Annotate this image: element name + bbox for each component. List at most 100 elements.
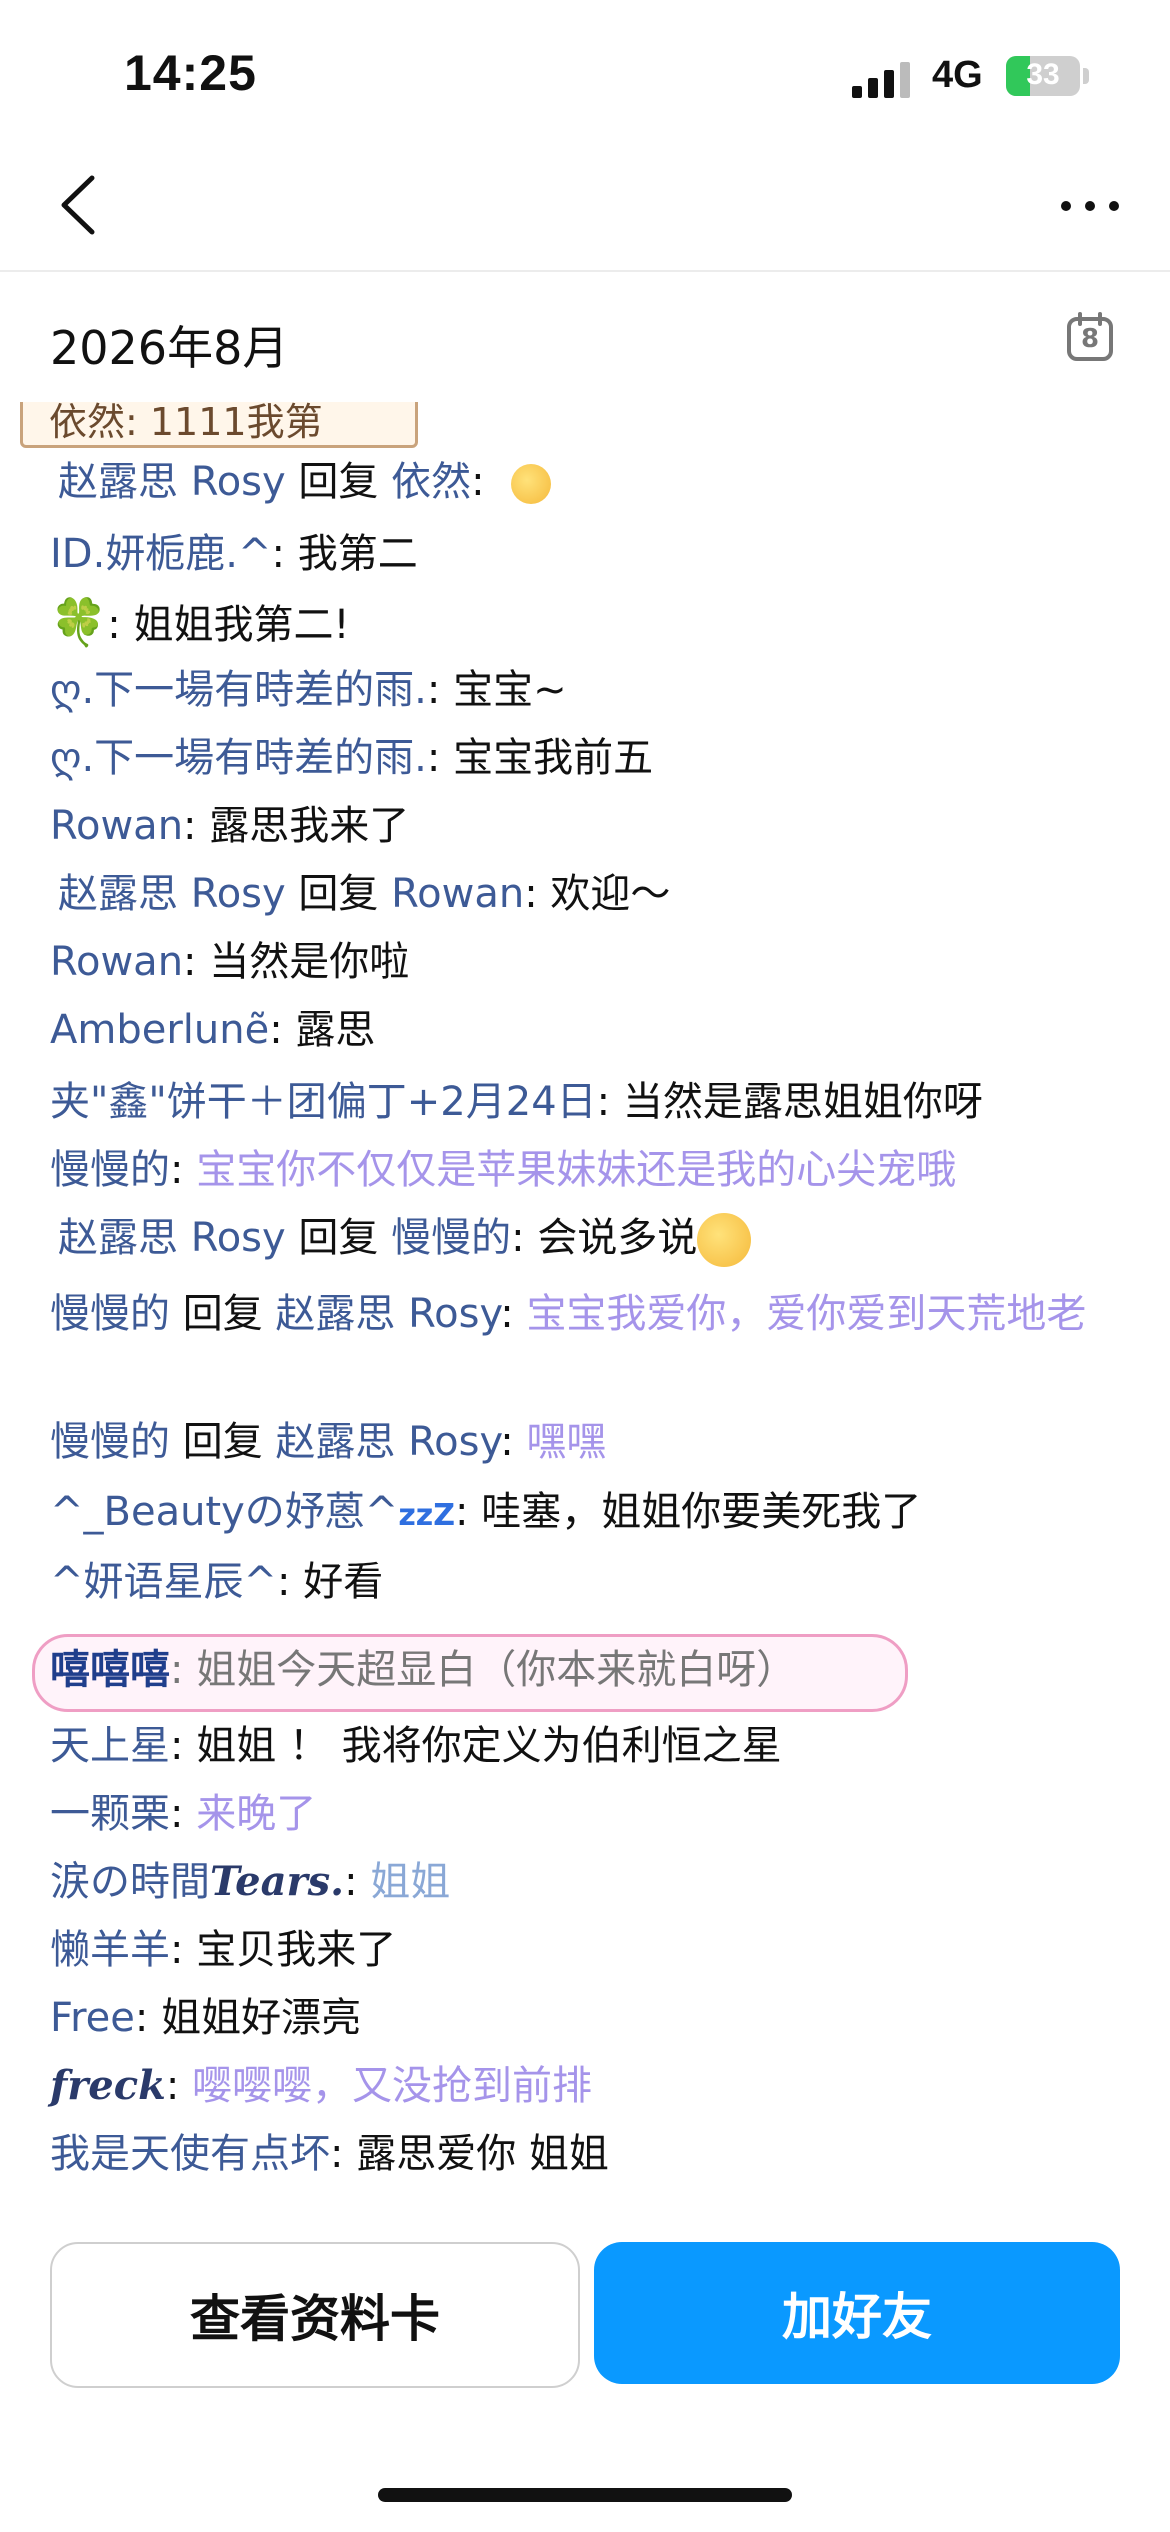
comment-author[interactable]: Rowan — [50, 803, 183, 849]
comment-item[interactable]: 嘻嘻嘻: 姐姐今天超显白（你本来就白呀） — [50, 1640, 1130, 1700]
comment-item[interactable]: ^妍语星辰^: 好看 — [50, 1552, 1130, 1612]
network-type: 4G — [932, 54, 983, 96]
comment-text: 姐姐我第二! — [133, 602, 350, 648]
comment-item[interactable]: Rowan: 当然是你啦 — [50, 932, 1130, 992]
comment-text: 宝贝我来了 — [196, 1927, 397, 1973]
calendar-day: 8 — [1080, 324, 1100, 354]
status-time: 14:25 — [124, 45, 257, 101]
comment-author[interactable]: 涙の時間 — [50, 1859, 210, 1905]
comment-text: 姐姐 ！ 我将你定义为伯利恒之星 — [196, 1723, 782, 1769]
face-icon — [697, 1213, 752, 1267]
view-profile-card-button[interactable]: 查看资料卡 — [50, 2242, 580, 2388]
comment-author[interactable]: freck — [50, 2062, 166, 2109]
comment-item[interactable]: ID.妍栀鹿.^: 我第二 — [50, 524, 1130, 584]
comment-author-script[interactable]: Tears. — [210, 1858, 344, 1905]
separator: : — [426, 667, 454, 713]
battery-icon: 33 — [1006, 56, 1080, 96]
comment-bubble-cut: 依然: 1111我第 — [20, 402, 418, 448]
home-indicator — [378, 2488, 792, 2502]
clover-icon[interactable]: 🍀 — [50, 595, 107, 649]
comment-author[interactable]: 天上星 — [50, 1723, 170, 1769]
comment-item[interactable]: 赵露思 Rosy 回复 Rowan: 欢迎～ — [58, 864, 1138, 924]
chevron-left-icon — [61, 175, 95, 235]
battery-level: 33 — [1026, 58, 1060, 91]
add-friend-button[interactable]: 加好友 — [594, 2242, 1120, 2384]
comment-author[interactable]: ^_Beautyの妤蒽^ — [50, 1489, 398, 1535]
comment-author[interactable]: 慢慢的 — [50, 1291, 170, 1337]
comment-item[interactable]: freck: 嘤嘤嘤，又没抢到前排 — [50, 2056, 1130, 2116]
reply-target[interactable]: 赵露思 Rosy — [275, 1291, 500, 1337]
reply-target[interactable]: 赵露思 Rosy — [275, 1419, 500, 1465]
comment-item[interactable]: 涙の時間Tears.: 姐姐 — [50, 1852, 1130, 1912]
comment-author[interactable]: Rowan — [50, 939, 183, 985]
comment-item[interactable]: 🍀: 姐姐我第二! — [50, 592, 1130, 655]
comment-text: 当然是你啦 — [209, 939, 410, 985]
comment-item[interactable]: 慢慢的: 宝宝你不仅仅是苹果妹妹还是我的心尖宠哦 — [50, 1140, 1130, 1200]
separator: : — [596, 1079, 623, 1125]
reply-label: 回复 — [285, 1215, 392, 1261]
comment-item[interactable]: 慢慢的 回复 赵露思 Rosy: 嘿嘿 — [50, 1412, 1130, 1472]
separator: : — [170, 1791, 197, 1837]
comment-item[interactable]: ღ.下一場有時差的雨.: 宝宝我前五 — [50, 728, 1130, 788]
comment-author[interactable]: ღ.下一場有時差的雨. — [50, 667, 427, 713]
comment-item[interactable]: Free: 姐姐好漂亮 — [50, 1988, 1130, 2048]
comment-author[interactable]: 我是天使有点坏 — [50, 2131, 330, 2177]
separator: : — [524, 871, 551, 917]
comment-feed[interactable]: 依然: 1111我第 赵露思 Rosy 回复 依然: ID.妍栀鹿.^: 我第二… — [0, 402, 1170, 2202]
comment-item[interactable]: ^_Beautyの妤蒽^zzZ: 哇塞，姐姐你要美死我了 — [50, 1482, 1130, 1546]
comment-item[interactable]: 一颗栗: 来晚了 — [50, 1784, 1130, 1844]
comment-author[interactable]: 慢慢的 — [50, 1419, 170, 1465]
reply-target[interactable]: 慢慢的 — [391, 1215, 511, 1261]
comment-item[interactable]: Amberlunẽ: 露思 — [50, 1000, 1130, 1060]
comment-item[interactable]: 天上星: 姐姐 ！ 我将你定义为伯利恒之星 — [50, 1716, 1130, 1776]
separator: : — [165, 2063, 193, 2109]
separator: : — [330, 2131, 357, 2177]
ellipsis-icon — [1061, 201, 1119, 211]
comment-author[interactable]: ID.妍栀鹿.^ — [50, 531, 272, 577]
comment-author[interactable]: 赵露思 Rosy — [58, 459, 286, 505]
comment-author[interactable]: 嘻嘻嘻 — [50, 1647, 170, 1693]
comment-item[interactable]: 我是天使有点坏: 露思爱你 姐姐 — [50, 2124, 1130, 2184]
reply-target[interactable]: 依然 — [391, 459, 471, 505]
comment-item[interactable]: 夹"鑫"饼干＋团偏丁+2月24日: 当然是露思姐姐你呀 — [50, 1072, 1130, 1132]
back-button[interactable] — [48, 170, 118, 240]
comment-item[interactable]: 懒羊羊: 宝贝我来了 — [50, 1920, 1130, 1980]
comment-item[interactable]: 赵露思 Rosy 回复 依然: — [58, 452, 1138, 512]
comment-author[interactable]: Amberlunẽ — [50, 1007, 269, 1053]
comment-author[interactable]: ^妍语星辰^ — [50, 1559, 277, 1605]
separator: : — [170, 1647, 197, 1693]
separator: : — [455, 1489, 482, 1535]
month-header: 2026年8月 8 — [0, 272, 1170, 402]
comment-item[interactable]: ღ.下一場有時差的雨.: 宝宝~ — [50, 660, 1130, 720]
separator: : — [500, 1291, 527, 1337]
separator: : — [134, 1995, 162, 2041]
separator: : — [344, 1859, 371, 1905]
separator: : — [107, 602, 134, 648]
comment-author[interactable]: 懒羊羊 — [50, 1927, 170, 1973]
comment-author[interactable]: 夹"鑫"饼干＋团偏丁+2月24日 — [50, 1079, 597, 1125]
comment-author[interactable]: 一颗栗 — [50, 1791, 170, 1837]
comment-text: 会说多说 — [537, 1215, 698, 1261]
comment-author[interactable]: ღ.下一場有時差的雨. — [50, 735, 427, 781]
comment-text: 哇塞，姐姐你要美死我了 — [481, 1489, 922, 1535]
reply-target[interactable]: Rowan — [391, 871, 524, 917]
comment-item[interactable]: 慢慢的 回复 赵露思 Rosy: 宝宝我爱你，爱你爱到天荒地老 — [50, 1284, 1110, 1344]
reply-label: 回复 — [285, 459, 392, 505]
reply-label: 回复 — [170, 1419, 276, 1465]
comment-item[interactable]: 赵露思 Rosy 回复 慢慢的: 会说多说 — [58, 1208, 1138, 1268]
more-button[interactable] — [1050, 170, 1130, 240]
month-label: 2026年8月 — [50, 321, 289, 375]
separator: : — [271, 531, 298, 577]
face-icon — [511, 464, 552, 504]
calendar-icon[interactable]: 8 — [1066, 312, 1114, 362]
comment-text: 来晚了 — [196, 1791, 317, 1837]
separator: : — [426, 735, 454, 781]
comment-author[interactable]: Free — [50, 1995, 135, 2041]
comment-author[interactable]: 赵露思 Rosy — [58, 1215, 286, 1261]
comment-item[interactable]: Rowan: 露思我来了 — [50, 796, 1130, 856]
separator: : — [170, 1927, 197, 1973]
comment-author[interactable]: 赵露思 Rosy — [58, 871, 286, 917]
comment-text: 宝宝我爱你，爱你爱到天荒地老 — [526, 1291, 1087, 1337]
separator: : — [170, 1147, 197, 1193]
comment-author[interactable]: 慢慢的 — [50, 1147, 170, 1193]
